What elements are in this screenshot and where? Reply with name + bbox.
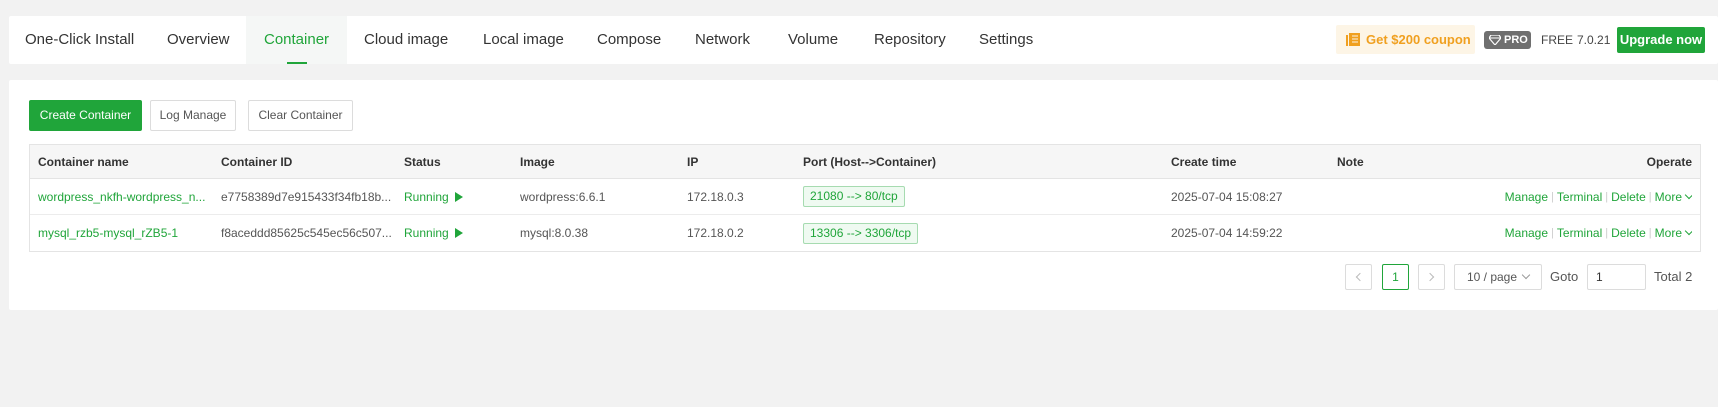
pro-label: PRO (1504, 34, 1528, 46)
col-create-time: Create time (1171, 154, 1237, 169)
container-id: f8aceddd85625c545ec56c507... (221, 226, 392, 240)
tab-cloud-image[interactable]: Cloud image (364, 16, 448, 64)
port-mapping: 13306 --> 3306/tcp (803, 215, 919, 251)
clear-container-button[interactable]: Clear Container (248, 100, 353, 131)
prev-page-button[interactable] (1345, 264, 1372, 290)
tab-network[interactable]: Network (695, 16, 750, 64)
chevron-left-icon (1355, 272, 1365, 282)
port-badge[interactable]: 13306 --> 3306/tcp (803, 222, 919, 244)
page-size-select[interactable]: 10 / page (1454, 264, 1542, 290)
status-label: Running (404, 189, 449, 204)
total-count: Total 2 (1654, 269, 1693, 284)
goto-label: Goto (1550, 269, 1579, 284)
container-table: Container name Container ID Status Image… (29, 144, 1701, 252)
manage-link[interactable]: Manage (1505, 226, 1548, 240)
pro-badge: PRO (1484, 31, 1531, 49)
col-image: Image (520, 154, 555, 169)
chevron-down-icon (1684, 226, 1692, 236)
status-running[interactable]: Running (404, 215, 463, 251)
create-time: 2025-07-04 14:59:22 (1171, 226, 1283, 240)
status-label: Running (404, 226, 449, 240)
row-operations: Manage | Terminal | Delete | More (1505, 215, 1692, 251)
tab-compose[interactable]: Compose (597, 16, 661, 64)
delete-link[interactable]: Delete (1611, 226, 1646, 240)
terminal-link[interactable]: Terminal (1557, 226, 1602, 240)
create-time: 2025-07-04 15:08:27 (1171, 189, 1283, 204)
page-size-value: 10 / page (1466, 270, 1518, 284)
col-port: Port (Host-->Container) (803, 154, 936, 169)
top-nav-bar: One-Click Install Overview Container Clo… (9, 16, 1718, 64)
ip-address: 172.18.0.3 (687, 189, 744, 204)
port-mapping: 21080 --> 80/tcp (803, 179, 905, 214)
col-operate: Operate (1646, 154, 1692, 169)
coupon-label: Get $200 coupon (1366, 32, 1471, 47)
more-dropdown[interactable]: More (1655, 226, 1682, 240)
tab-overview[interactable]: Overview (167, 16, 230, 64)
col-container-name: Container name (38, 154, 129, 169)
container-id: e7758389d7e915433f34fb18b... (221, 189, 392, 204)
container-name-link[interactable]: wordpress_nkfh-wordpress_n... (38, 179, 213, 214)
table-header: Container name Container ID Status Image… (30, 145, 1700, 179)
tab-settings[interactable]: Settings (979, 16, 1033, 64)
chevron-down-icon (1684, 190, 1692, 199)
port-badge[interactable]: 21080 --> 80/tcp (803, 186, 905, 207)
image-name: mysql:8.0.38 (520, 226, 589, 240)
chevron-down-icon (1521, 270, 1531, 280)
tab-container[interactable]: Container (246, 16, 348, 64)
page-1-button[interactable]: 1 (1382, 264, 1409, 290)
container-name-link[interactable]: mysql_rzb5-mysql_rZB5-1 (38, 215, 213, 251)
table-row: mysql_rzb5-mysql_rZB5-1 f8aceddd85625c54… (30, 215, 1700, 251)
image-name: wordpress:6.6.1 (520, 189, 606, 204)
play-icon (454, 228, 463, 238)
diamond-icon (1489, 35, 1501, 45)
more-dropdown[interactable]: More (1655, 190, 1682, 204)
status-running[interactable]: Running (404, 179, 463, 214)
terminal-link[interactable]: Terminal (1557, 190, 1602, 204)
tab-local-image[interactable]: Local image (483, 16, 564, 64)
chevron-right-icon (1425, 272, 1435, 282)
coupon-icon (1346, 33, 1360, 46)
table-row: wordpress_nkfh-wordpress_n... e7758389d7… (30, 179, 1700, 215)
col-note: Note (1337, 154, 1364, 169)
ip-address: 172.18.0.2 (687, 226, 744, 240)
next-page-button[interactable] (1418, 264, 1445, 290)
free-label: FREE (1541, 33, 1574, 47)
upgrade-button[interactable]: Upgrade now (1617, 27, 1705, 53)
coupon-button[interactable]: Get $200 coupon (1336, 25, 1475, 54)
tab-one-click-install[interactable]: One-Click Install (25, 16, 134, 64)
col-container-id: Container ID (221, 154, 293, 169)
delete-link[interactable]: Delete (1611, 190, 1646, 204)
container-panel: Create Container Log Manage Clear Contai… (9, 80, 1718, 310)
create-container-button[interactable]: Create Container (29, 100, 142, 131)
goto-input[interactable] (1587, 264, 1646, 290)
col-status: Status (404, 154, 441, 169)
play-icon (454, 191, 463, 202)
row-operations: Manage | Terminal | Delete | More (1505, 179, 1692, 214)
log-manage-button[interactable]: Log Manage (150, 100, 236, 131)
manage-link[interactable]: Manage (1505, 190, 1548, 204)
col-ip: IP (687, 154, 699, 169)
tab-volume[interactable]: Volume (788, 16, 838, 64)
version-label: 7.0.21 (1577, 33, 1611, 47)
tab-repository[interactable]: Repository (874, 16, 946, 64)
